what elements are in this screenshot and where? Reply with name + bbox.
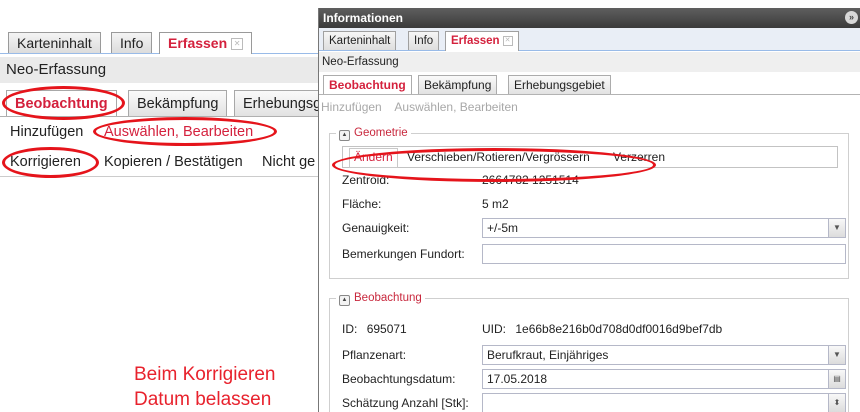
close-icon[interactable]: ✕ <box>231 38 244 50</box>
section-title: Neo-Erfassung <box>319 52 860 72</box>
collapse-toggle-icon[interactable]: ▲ <box>339 130 350 141</box>
select-edit-button[interactable]: Auswählen, Bearbeiten <box>394 100 517 114</box>
subtab-label: Erhebungsg <box>243 96 320 112</box>
close-icon[interactable]: ✕ <box>502 36 513 46</box>
datum-row: Beobachtungsdatum: 17.05.2018 ▤ <box>342 369 846 389</box>
subtab-bekaempfung[interactable]: Bekämpfung <box>128 90 228 117</box>
input-value: 17.05.2018 <box>487 372 548 386</box>
mode-aendern-button[interactable]: Ändern <box>349 148 398 168</box>
tab-karteninhalt[interactable]: Karteninhalt <box>323 31 397 50</box>
bemerkungen-row: Bemerkungen Fundort: <box>342 244 846 264</box>
tab-label: Karteninhalt <box>17 35 92 51</box>
geometry-legend[interactable]: ▲ Geometrie <box>336 125 411 141</box>
annotation-line: Beim Korrigieren <box>134 364 276 385</box>
tab-erfassen[interactable]: Erfassen ✕ <box>445 31 519 51</box>
window-tabstrip: Karteninhalt Info Erfassen ✕ <box>319 28 860 51</box>
bemerkungen-label: Bemerkungen Fundort: <box>342 247 465 261</box>
window-title: Informationen <box>323 11 403 25</box>
id-row: ID: 695071 UID: 1e66b8e216b0d708d0df0016… <box>342 319 846 339</box>
spinner-icon[interactable]: ⬍ <box>828 394 845 412</box>
double-chevron-right-icon[interactable]: » <box>845 11 858 24</box>
uid-group: UID: 1e66b8e216b0d708d0df0016d9bef7db <box>482 319 722 339</box>
subtab-bekaempfung[interactable]: Bekämpfung <box>418 75 498 95</box>
bemerkungen-input[interactable] <box>482 244 846 264</box>
observation-legend[interactable]: ▲ Beobachtung <box>336 290 425 306</box>
geometry-fieldset: ▲ Geometrie Ändern Verschieben/Rotieren/V… <box>329 125 849 279</box>
tab-info[interactable]: Info <box>408 31 440 50</box>
pflanzenart-row: Pflanzenart: Berufkraut, Einjähriges ▼ <box>342 345 846 365</box>
window-subtabs: Beobachtung Bekämpfung Erhebungsgebiet <box>319 75 860 95</box>
zentroid-row: Zentroid: 2664782 1251514 <box>342 170 846 190</box>
zoomed-panel: Karteninhalt Info Erfassen ✕ Neo-Erfassun… <box>0 0 320 412</box>
subtab-label: Bekämpfung <box>137 96 219 112</box>
datum-input[interactable]: 17.05.2018 ▤ <box>482 369 846 389</box>
tab-karteninhalt[interactable]: Karteninhalt <box>8 32 101 53</box>
calendar-icon[interactable]: ▤ <box>828 370 845 388</box>
tab-label: Info <box>414 35 434 47</box>
left-subtabs: Beobachtung Bekämpfung Erhebungsg <box>0 90 320 117</box>
select-value: +/-5m <box>487 221 519 235</box>
tab-label: Erfassen <box>451 35 500 47</box>
flaeche-row: Fläche: 5 m2 <box>342 194 846 214</box>
id-value: 695071 <box>366 322 407 336</box>
mode-distort-button[interactable]: Verzerren <box>613 147 665 167</box>
annotation-note: Beim Korrigieren Datum belassen <box>134 362 276 412</box>
window-action-bar: Hinzufügen Auswählen, Bearbeiten <box>321 98 528 116</box>
tab-label: Karteninhalt <box>329 35 391 47</box>
subtab-label: Bekämpfung <box>424 78 492 92</box>
genauigkeit-row: Genauigkeit: +/-5m ▼ <box>342 218 846 238</box>
zentroid-value: 2664782 1251514 <box>482 173 579 187</box>
not-found-button[interactable]: Nicht ge <box>262 150 315 174</box>
select-edit-button[interactable]: Auswählen, Bearbeiten <box>104 121 253 143</box>
tab-erfassen[interactable]: Erfassen ✕ <box>159 32 253 54</box>
datum-label: Beobachtungsdatum: <box>342 372 456 386</box>
pflanzenart-select[interactable]: Berufkraut, Einjähriges ▼ <box>482 345 846 365</box>
flaeche-label: Fläche: <box>342 197 382 211</box>
subtab-erhebungsgebiet[interactable]: Erhebungsgebiet <box>508 75 611 95</box>
subtab-label: Erhebungsgebiet <box>514 78 605 92</box>
tab-info[interactable]: Info <box>111 32 153 53</box>
zentroid-label: Zentroid: <box>342 173 390 187</box>
tab-label: Info <box>120 35 144 51</box>
subtab-erhebungsgebiet[interactable]: Erhebungsg <box>234 90 320 117</box>
collapse-toggle-icon[interactable]: ▲ <box>339 295 350 306</box>
left-tabstrip: Karteninhalt Info Erfassen ✕ <box>0 28 320 54</box>
id-label-group: ID: 695071 <box>342 319 407 339</box>
subtab-label: Beobachtung <box>15 96 108 112</box>
subtab-label: Beobachtung <box>329 78 406 92</box>
chevron-down-icon[interactable]: ▼ <box>828 219 845 237</box>
informationen-window: Informationen » Karteninhalt Info Erfass… <box>318 8 860 412</box>
uid-value: 1e66b8e216b0d708d0df0016d9bef7db <box>515 322 723 336</box>
legend-label: Geometrie <box>354 127 408 139</box>
subtab-beobachtung[interactable]: Beobachtung <box>6 90 117 117</box>
genauigkeit-select[interactable]: +/-5m ▼ <box>482 218 846 238</box>
add-button[interactable]: Hinzufügen <box>10 121 83 143</box>
pflanzenart-label: Pflanzenart: <box>342 348 407 362</box>
observation-fieldset: ▲ Beobachtung ID: 695071 UID: 1e66b8e216b… <box>329 290 849 412</box>
correct-button[interactable]: Korrigieren <box>10 150 81 174</box>
anzahl-row: Schätzung Anzahl [Stk]: ⬍ <box>342 393 846 412</box>
chevron-down-icon[interactable]: ▼ <box>828 346 845 364</box>
left-edit-actions: Korrigieren Kopieren / Bestätigen Nicht … <box>0 150 320 177</box>
mode-move-rotate-scale-button[interactable]: Verschieben/Rotieren/Vergrössern <box>407 147 590 167</box>
anzahl-label: Schätzung Anzahl [Stk]: <box>342 396 469 410</box>
genauigkeit-label: Genauigkeit: <box>342 221 410 235</box>
tab-label: Erfassen <box>168 35 228 51</box>
id-label: ID: <box>342 322 358 336</box>
anzahl-stepper[interactable]: ⬍ <box>482 393 846 412</box>
window-titlebar: Informationen » <box>319 8 860 28</box>
legend-label: Beobachtung <box>354 292 422 304</box>
section-title: Neo-Erfassung <box>0 57 320 83</box>
geometry-mode-bar: Ändern Verschieben/Rotieren/Vergrössern … <box>342 146 838 168</box>
add-button[interactable]: Hinzufügen <box>321 100 382 114</box>
flaeche-value: 5 m2 <box>482 197 509 211</box>
annotation-line: Datum belassen <box>134 389 272 410</box>
left-action-bar: Hinzufügen Auswählen, Bearbeiten <box>0 121 320 143</box>
select-value: Berufkraut, Einjähriges <box>487 348 609 362</box>
uid-label: UID: <box>482 322 506 336</box>
copy-confirm-button[interactable]: Kopieren / Bestätigen <box>104 150 243 174</box>
subtab-beobachtung[interactable]: Beobachtung <box>323 75 412 95</box>
